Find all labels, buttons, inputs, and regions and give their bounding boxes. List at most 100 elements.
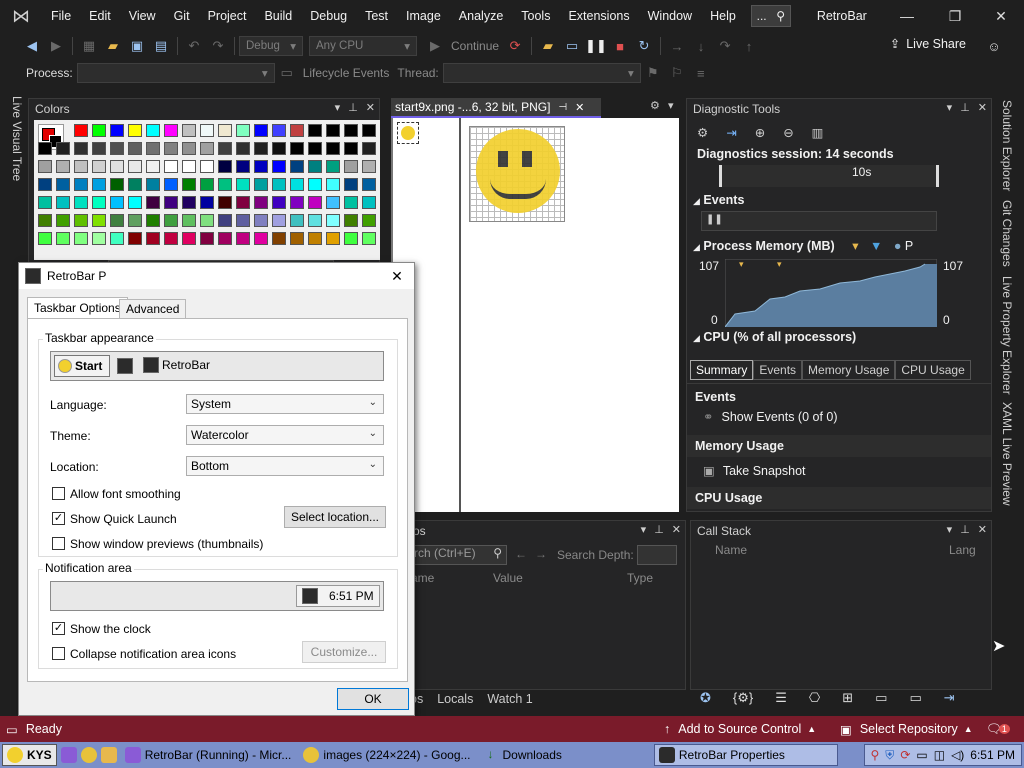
color-swatch[interactable] — [254, 214, 268, 227]
color-swatch[interactable] — [74, 196, 88, 209]
color-swatch[interactable] — [56, 178, 70, 191]
show-next-statement-icon[interactable]: → — [666, 35, 688, 57]
parallel-stacks-icon[interactable]: ⊞ — [842, 690, 853, 706]
settings-icon[interactable]: ⚙ — [650, 99, 660, 112]
stop-icon[interactable]: ■ — [609, 35, 631, 57]
tab-events[interactable]: Events — [753, 360, 803, 380]
menu-view[interactable]: View — [120, 0, 165, 32]
pause-icon[interactable]: ❚❚ — [585, 35, 607, 57]
color-swatch[interactable] — [128, 214, 142, 227]
color-swatch[interactable] — [110, 178, 124, 191]
color-swatch[interactable] — [74, 160, 88, 173]
color-swatch[interactable] — [110, 196, 124, 209]
select-location-button[interactable]: Select location... — [284, 506, 386, 528]
color-swatch[interactable] — [56, 214, 70, 227]
color-swatch[interactable] — [200, 160, 214, 173]
tab-summary[interactable]: Summary — [690, 360, 754, 380]
color-swatch[interactable] — [56, 160, 70, 173]
menu-build[interactable]: Build — [255, 0, 301, 32]
xaml-live-preview-tab[interactable]: XAML Live Preview — [1000, 402, 1014, 506]
color-swatch[interactable] — [308, 124, 322, 137]
tab-memory-usage[interactable]: Memory Usage — [802, 360, 896, 380]
color-swatch[interactable] — [218, 214, 232, 227]
color-swatch[interactable] — [92, 196, 106, 209]
git-changes-tab[interactable]: Git Changes — [1000, 200, 1014, 267]
color-swatch[interactable] — [128, 178, 142, 191]
chevron-down-icon[interactable]: ▾ — [947, 523, 953, 536]
menu-edit[interactable]: Edit — [80, 0, 120, 32]
color-swatch[interactable] — [182, 160, 196, 173]
new-project-icon[interactable]: ▦ — [78, 35, 100, 57]
memory-graph[interactable]: ▾ ▾ — [725, 259, 937, 327]
color-swatch[interactable] — [362, 232, 376, 245]
restart-icon[interactable]: ↻ — [633, 35, 655, 57]
remote-icon[interactable]: ⟳ — [900, 748, 910, 762]
tab-start9x-png[interactable]: start9x.png -...6, 32 bit, PNG] ⊣ ✕ — [391, 98, 601, 118]
color-swatch[interactable] — [218, 178, 232, 191]
theme-select[interactable]: Watercolor ⌄ — [186, 425, 384, 445]
color-swatch[interactable] — [308, 142, 322, 155]
taskbar-item-retrobar-properties[interactable]: RetroBar Properties — [653, 744, 838, 766]
notifications-button[interactable]: 🗨 1 — [986, 722, 1010, 737]
color-swatch[interactable] — [290, 160, 304, 173]
back-icon[interactable]: ◀ — [21, 35, 43, 57]
thread-select[interactable]: ▾ — [442, 63, 641, 83]
color-swatch[interactable] — [362, 178, 376, 191]
solution-explorer-tab[interactable]: Solution Explorer — [1000, 100, 1014, 191]
color-swatch[interactable] — [272, 124, 286, 137]
color-swatch[interactable] — [74, 214, 88, 227]
dock-icon[interactable]: ⇥ — [944, 690, 955, 706]
feedback-icon[interactable]: ☺ — [983, 35, 1005, 57]
color-swatch[interactable] — [92, 124, 106, 137]
lifecycle-events-button[interactable]: Lifecycle Events — [303, 66, 390, 80]
color-swatch[interactable] — [272, 178, 286, 191]
undo-icon[interactable]: ↶ — [183, 35, 205, 57]
hot-reload-icon[interactable]: ⟳ — [504, 35, 526, 57]
color-swatch[interactable] — [326, 178, 340, 191]
color-swatch[interactable] — [38, 232, 52, 245]
color-swatch[interactable] — [254, 142, 268, 155]
color-swatch[interactable] — [272, 196, 286, 209]
color-swatch[interactable] — [182, 214, 196, 227]
menu-help[interactable]: Help — [701, 0, 745, 32]
color-swatch[interactable] — [146, 196, 160, 209]
customize-button[interactable]: Customize... — [302, 641, 386, 663]
continue-button[interactable]: Continue — [451, 39, 499, 53]
forward-arrow-icon[interactable]: → — [535, 547, 547, 561]
taskbar-clock[interactable]: 6:51 PM — [970, 748, 1015, 762]
window-previews-checkbox[interactable] — [52, 537, 65, 550]
tab-cpu-usage[interactable]: CPU Usage — [895, 360, 971, 380]
color-swatch[interactable] — [164, 142, 178, 155]
menu-image[interactable]: Image — [397, 0, 450, 32]
breakpoints-icon[interactable]: ⎔ — [809, 690, 820, 706]
color-swatch[interactable] — [92, 142, 106, 155]
tab-locals[interactable]: Locals — [437, 692, 473, 706]
color-swatch[interactable] — [290, 142, 304, 155]
menu-extensions[interactable]: Extensions — [559, 0, 638, 32]
chrome-icon[interactable] — [80, 747, 97, 763]
continue-play-icon[interactable]: ▶ — [424, 35, 446, 57]
close-icon[interactable]: ✕ — [386, 265, 408, 287]
color-swatch[interactable] — [38, 214, 52, 227]
search-tray-icon[interactable]: ⚲ — [871, 748, 880, 762]
color-swatch[interactable] — [200, 178, 214, 191]
color-swatch[interactable] — [110, 232, 124, 245]
color-swatch[interactable] — [236, 178, 250, 191]
color-swatch[interactable] — [110, 214, 124, 227]
taskbar-item-downloads[interactable]: ↓ Downloads — [479, 744, 566, 766]
color-swatch[interactable] — [182, 142, 196, 155]
color-swatch[interactable] — [146, 124, 160, 137]
color-swatch[interactable] — [200, 124, 214, 137]
color-swatch[interactable] — [236, 142, 250, 155]
show-clock-checkbox[interactable]: ✓ — [52, 622, 65, 635]
color-swatch[interactable] — [146, 142, 160, 155]
color-swatch[interactable] — [164, 196, 178, 209]
color-swatch[interactable] — [344, 196, 358, 209]
color-swatch[interactable] — [110, 142, 124, 155]
color-swatch[interactable] — [164, 232, 178, 245]
color-swatch[interactable] — [146, 214, 160, 227]
color-swatch[interactable] — [92, 214, 106, 227]
font-smoothing-checkbox[interactable] — [52, 487, 65, 500]
color-swatch[interactable] — [254, 232, 268, 245]
close-icon[interactable]: ✕ — [672, 523, 681, 536]
